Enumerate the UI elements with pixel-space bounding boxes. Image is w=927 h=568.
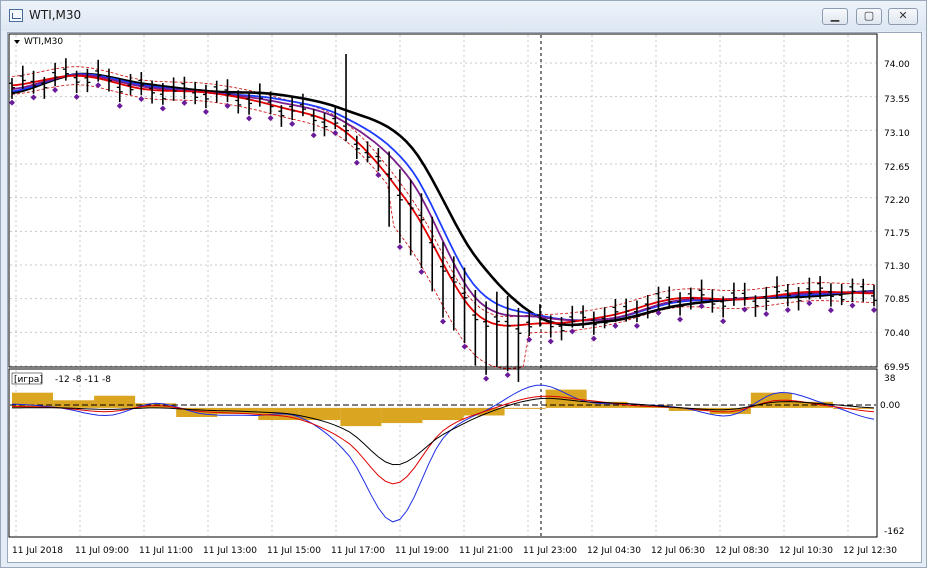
price-tick: 71.75 [884,229,910,239]
price-tick: 72.20 [884,196,910,206]
price-tick: 73.55 [884,95,910,105]
time-tick: 12 Jul 08:30 [715,546,769,556]
histogram-bar [299,407,341,421]
price-tick: 70.40 [884,329,910,339]
price-tick: 74.00 [884,60,910,70]
time-tick: 11 Jul 19:00 [395,546,449,556]
time-tick: 11 Jul 17:00 [331,546,385,556]
chart-window-icon [9,9,23,22]
time-tick: 11 Jul 15:00 [267,546,321,556]
time-tick: 11 Jul 09:00 [75,546,129,556]
time-axis: 11 Jul 2018 11 Jul 09:00 11 Jul 11:00 11… [12,546,897,556]
indicator-scale-zero: 0.00 [880,401,900,411]
title-bar[interactable]: WTI,M30 ▁ ▢ ✕ [1,1,926,31]
price-tick: 70.85 [884,295,910,305]
histogram-bar [53,400,95,408]
price-tick: 69.95 [884,363,910,373]
indicator-scale-top: 38 [884,374,896,384]
histogram-bar [340,407,382,427]
indicator-label: [игра] [14,375,43,385]
time-tick: 11 Jul 21:00 [459,546,513,556]
time-tick: 12 Jul 04:30 [587,546,641,556]
minimize-icon: ▁ [830,9,840,22]
indicator-panel [8,368,878,538]
time-tick: 12 Jul 10:30 [779,546,833,556]
histogram-bar [422,407,464,421]
minimize-button[interactable]: ▁ [822,8,848,25]
time-tick: 12 Jul 12:30 [843,546,897,556]
symbol-label: WTI,M30 [24,37,63,47]
chart-area[interactable]: WTI,M30 74.00 73.55 73.10 72.65 72.20 71… [7,32,922,563]
price-tick: 73.10 [884,129,910,139]
chart-canvas[interactable]: WTI,M30 74.00 73.55 73.10 72.65 72.20 71… [8,33,921,562]
histogram-bar [504,407,546,409]
price-axis: 74.00 73.55 73.10 72.65 72.20 71.75 71.3… [884,60,910,373]
price-tick: 72.65 [884,163,910,173]
histogram-bar [381,407,423,424]
indicator-scale-bottom: -162 [884,527,904,537]
close-icon: ✕ [898,9,908,22]
time-tick: 11 Jul 13:00 [203,546,257,556]
histogram-bar [94,395,136,408]
restore-icon: ▢ [863,9,875,22]
restore-button[interactable]: ▢ [856,8,882,25]
price-tick: 71.30 [884,262,910,272]
indicator-values: -12 -8 -11 -8 [55,375,111,385]
chart-window: WTI,M30 ▁ ▢ ✕ WTI,M30 74.00 73.55 73.10 … [0,0,927,568]
time-tick: 11 Jul 2018 [12,546,63,556]
window-title: WTI,M30 [29,8,82,22]
time-tick: 11 Jul 23:00 [523,546,577,556]
close-button[interactable]: ✕ [888,8,918,25]
time-tick: 12 Jul 06:30 [651,546,705,556]
time-tick: 11 Jul 11:00 [139,546,193,556]
